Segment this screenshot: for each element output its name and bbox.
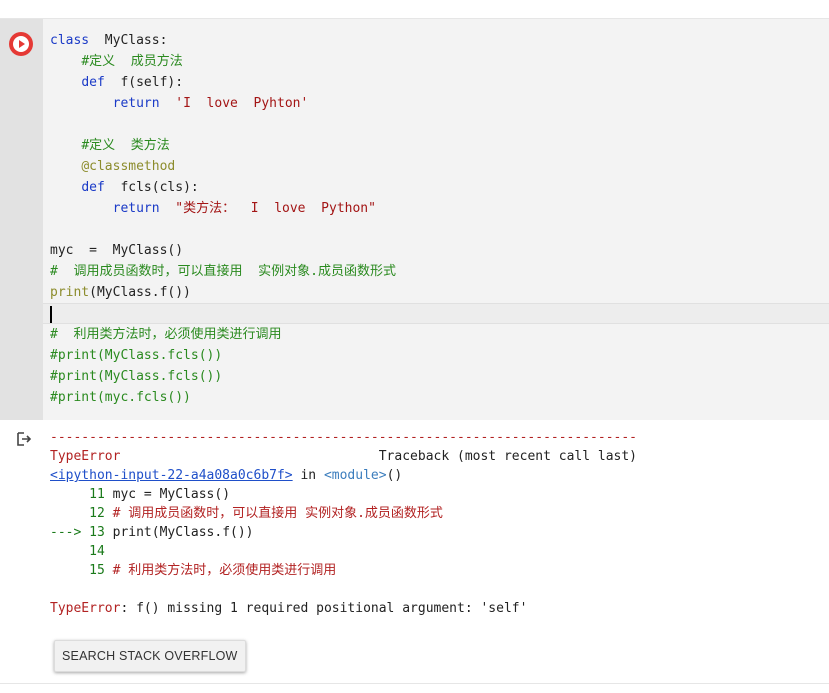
decorator: @classmethod bbox=[81, 159, 176, 174]
traceback-location: <ipython-input-22-a4a08a0c6b7f> in <modu… bbox=[50, 468, 403, 483]
keyword: class bbox=[50, 33, 90, 48]
code-line: #print(MyClass.fcls()) bbox=[50, 369, 223, 384]
code-line: return "类方法： I love Python" bbox=[43, 198, 829, 219]
code-line: myc = MyClass() bbox=[50, 243, 184, 258]
top-strip bbox=[0, 0, 829, 18]
code-line: # 调用成员函数时，可以直接用 实例对象.成员函数形式 bbox=[50, 264, 396, 279]
code-line: #print(myc.fcls()) bbox=[50, 390, 191, 405]
comment: #定义 类方法 bbox=[81, 138, 170, 153]
play-icon bbox=[10, 33, 32, 55]
traceback-line: 14 bbox=[50, 544, 105, 559]
code-line: # 利用类方法时，必须使用类进行调用 bbox=[50, 327, 282, 342]
traceback-header: TypeError Traceback (most recent call la… bbox=[50, 449, 638, 464]
code-line-current bbox=[43, 303, 829, 324]
code-line: return 'I love Pyhton' bbox=[43, 93, 829, 114]
keyword: return bbox=[112, 96, 160, 111]
divider bbox=[0, 683, 829, 684]
code-line: @classmethod bbox=[43, 156, 829, 177]
run-cell-button[interactable] bbox=[9, 32, 33, 56]
string-literal: 'I love Pyhton' bbox=[159, 96, 309, 111]
search-stack-overflow-button[interactable]: SEARCH STACK OVERFLOW bbox=[54, 640, 246, 672]
ipython-input-link[interactable]: <ipython-input-22-a4a08a0c6b7f> bbox=[50, 468, 293, 483]
comment: #定义 成员方法 bbox=[81, 54, 183, 69]
traceback-line-error: ---> 13 print(MyClass.f()) bbox=[50, 525, 254, 540]
traceback-line: 15 # 利用类方法时，必须使用类进行调用 bbox=[50, 563, 337, 578]
string-literal: "类方法： I love Python" bbox=[159, 201, 376, 216]
output-arrow-icon[interactable] bbox=[15, 430, 33, 448]
code-line: class MyClass: bbox=[50, 33, 168, 48]
code-line: def fcls(cls): bbox=[81, 180, 199, 195]
keyword: def bbox=[81, 180, 105, 195]
code-cell[interactable]: class MyClass: #定义 成员方法 def f(self): ret… bbox=[0, 18, 829, 420]
cell-output: ----------------------------------------… bbox=[50, 428, 829, 618]
code-line: #定义 类方法 bbox=[43, 135, 829, 156]
code-line: #定义 成员方法 bbox=[43, 51, 829, 72]
traceback-line: 12 # 调用成员函数时，可以直接用 实例对象.成员函数形式 bbox=[50, 506, 443, 521]
code-line: print(MyClass.f()) bbox=[50, 285, 191, 300]
builtin: print bbox=[50, 285, 90, 300]
error-message: TypeError: f() missing 1 required positi… bbox=[50, 601, 528, 616]
code-editor[interactable]: class MyClass: #定义 成员方法 def f(self): ret… bbox=[43, 30, 829, 408]
keyword: def bbox=[81, 75, 105, 90]
text-cursor bbox=[50, 306, 52, 323]
traceback-line: 11 myc = MyClass() bbox=[50, 487, 231, 502]
code-line: def f(self): bbox=[81, 75, 184, 90]
keyword: return bbox=[112, 201, 160, 216]
traceback-separator: ----------------------------------------… bbox=[50, 430, 637, 445]
cell-gutter bbox=[0, 19, 43, 420]
code-line: #print(MyClass.fcls()) bbox=[50, 348, 223, 363]
